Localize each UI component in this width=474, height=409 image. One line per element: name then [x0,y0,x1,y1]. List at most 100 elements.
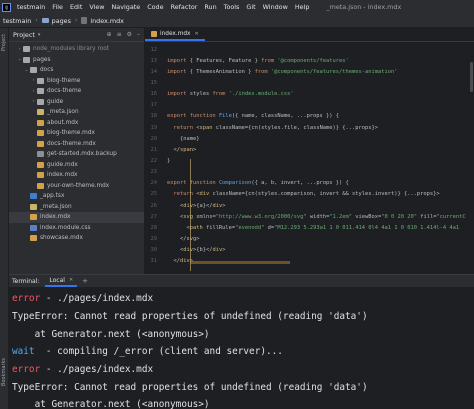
code-text: import { Features, Feature } from '@comp… [167,58,349,64]
tree-item[interactable]: ⌄ pages [9,55,144,66]
menu-item-edit[interactable]: Edit [70,3,82,11]
terminal-output[interactable]: error - ./pages/index.mdx TypeError: Cann… [9,287,474,409]
project-panel: Project ▾ ⊕ ≡ ⚙ – › node_modules library … [9,28,145,274]
menu-item-navigate[interactable]: Navigate [112,3,141,11]
gear-icon[interactable]: ⚙ [127,31,132,38]
line-number: 27 [150,213,158,220]
tree-item[interactable]: _app.tsx [9,191,144,202]
menu-item-testmain[interactable]: testmain [17,3,45,11]
left-tool-strip: Project Bookmarks [0,28,9,409]
line-number: 30 [150,247,158,254]
code-line[interactable]: 27 <svg xmlns="http://www.w3.org/2000/sv… [145,211,474,222]
code-line[interactable]: 12 [145,44,474,55]
menu-item-view[interactable]: View [89,3,104,11]
tree-item-label: guide.mdx [47,161,78,168]
code-line[interactable]: 23 [145,167,474,178]
code-token: { Features, Feature } [189,57,262,64]
project-tree: › node_modules library root ⌄ pages ⌄ docs › bl… [9,42,144,244]
menu-item-file[interactable]: File [52,3,63,11]
editor-tab-index-mdx[interactable]: index.mdx ✕ [145,28,205,41]
code-token: from [212,91,229,98]
menu-item-code[interactable]: Code [147,3,163,11]
menu-item-tools[interactable]: Tools [224,3,240,11]
code-line[interactable]: 25 return <div className={cn(styles.comp… [145,189,474,200]
project-tool-button[interactable]: Project [1,34,7,51]
tree-item[interactable]: guide.mdx [9,160,144,171]
tree-item[interactable]: _meta.json [9,202,144,213]
code-line[interactable]: 28 <path fillRule="evenodd" d="M12.293 5… [145,222,474,233]
breadcrumb-item[interactable]: pages [41,17,71,25]
code-line[interactable]: 21 </span> [145,144,474,155]
chevron-down-icon[interactable]: ▾ [38,32,41,38]
bookmarks-tool-button[interactable]: Bookmarks [1,358,7,386]
expand-arrow-icon[interactable]: › [30,99,37,104]
menu-item-git[interactable]: Git [246,3,255,11]
line-number: 16 [150,91,158,98]
code-line[interactable]: 17 [145,100,474,111]
tree-item[interactable]: blog-theme.mdx [9,128,144,139]
tree-item[interactable]: index.mdx [9,170,144,181]
code-line[interactable]: 15 [145,77,474,88]
code-token: className [212,191,242,198]
tree-item[interactable]: _meta.json [9,107,144,118]
project-panel-title[interactable]: Project [13,31,35,39]
terminal-line: wait - compiling /_error (client and ser… [12,343,474,361]
expand-arrow-icon[interactable]: ⌄ [23,68,30,73]
code-line[interactable]: 29 </svg> [145,233,474,244]
code-line[interactable]: 30 <div>{b}</div> [145,245,474,256]
code-token: styles [189,91,213,98]
tree-item[interactable]: › blog-theme [9,76,144,87]
tree-item-label: your-own-theme.mdx [47,182,110,189]
expand-arrow-icon[interactable]: › [30,89,37,94]
code-token: className [215,124,245,131]
menu-item-window[interactable]: Window [263,3,288,11]
menu-item-run[interactable]: Run [204,3,216,11]
terminal-line: at Generator.next (<anonymous>) [12,325,474,343]
code-line[interactable]: 16 import styles from './index.module.css… [145,89,474,100]
tree-item-label: index.mdx [47,172,78,179]
editor-scrollbar-thumb[interactable] [470,62,473,92]
editor-scrollbar[interactable] [469,42,474,274]
code-line[interactable]: 24 export function Comparison({ a, b, inv… [145,178,474,189]
tree-item[interactable]: › docs-theme [9,86,144,97]
breadcrumb-item[interactable]: testmain [3,17,31,25]
code-line[interactable]: 22} [145,155,474,166]
tree-item[interactable]: index.module.css [9,223,144,234]
expand-arrow-icon[interactable]: › [30,78,37,83]
add-icon[interactable]: + [82,277,88,285]
tree-item[interactable]: › node_modules library root [9,44,144,55]
code-token: > [192,146,197,153]
line-number: 23 [150,169,158,176]
tree-item[interactable]: ⌄ docs [9,65,144,76]
app-logo-icon[interactable]: IJ [2,2,11,12]
code-text: } [167,158,170,164]
code-line[interactable]: 18 export function File({ name, className… [145,111,474,122]
tree-item[interactable]: about.mdx [9,118,144,129]
code-line[interactable]: 26 <div>{a}</div> [145,200,474,211]
tree-item[interactable]: get-started.mdx.backup [9,149,144,160]
menu-item-refactor[interactable]: Refactor [171,3,198,11]
terminal-tab-local[interactable]: Local ✕ [45,276,78,287]
close-icon[interactable]: ✕ [194,31,198,37]
hide-icon[interactable]: – [137,31,140,38]
locate-icon[interactable]: ⊕ [107,31,112,38]
terminal-text: TypeError: Cannot read properties of und… [12,381,368,393]
code-token: svg [186,235,197,242]
line-number: 13 [150,57,158,64]
collapse-all-icon[interactable]: ≡ [117,31,122,38]
code-line[interactable]: 19 return <span className={cn(styles.fil… [145,122,474,133]
code-line[interactable]: 20 {name} [145,133,474,144]
breadcrumb-item[interactable]: index.mdx [81,17,124,25]
tree-item[interactable]: index.mdx [9,212,144,223]
tree-item[interactable]: › guide [9,97,144,108]
expand-arrow-icon[interactable]: ⌄ [16,57,23,62]
expand-arrow-icon[interactable]: › [16,47,23,52]
menu-item-help[interactable]: Help [295,3,310,11]
tree-item[interactable]: your-own-theme.mdx [9,181,144,192]
code-area[interactable]: 12 13 import { Features, Feature } from '@… [145,42,474,267]
tree-item[interactable]: showcase.mdx [9,233,144,244]
close-icon[interactable]: ✕ [69,277,73,283]
tree-item[interactable]: docs-theme.mdx [9,139,144,150]
code-line[interactable]: 14 import { ThemesAnimation } from '@comp… [145,66,474,77]
code-line[interactable]: 13 import { Features, Feature } from '@co… [145,55,474,66]
